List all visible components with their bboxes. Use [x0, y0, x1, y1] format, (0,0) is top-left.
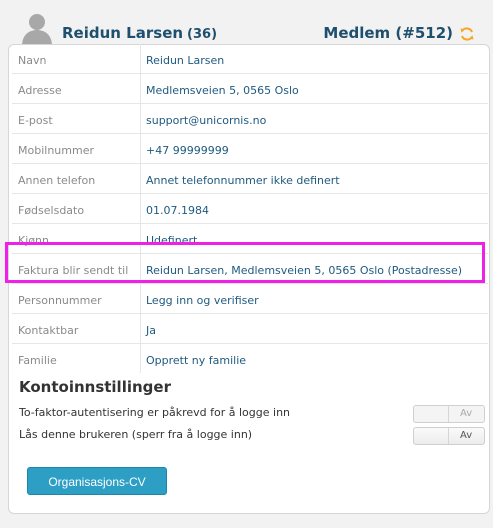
table-row-email: E-post support@unicornis.no: [12, 104, 488, 134]
table-row-address: Adresse Medlemsveien 5, 0565 Oslo: [12, 74, 488, 104]
table-row-other-phone: Annen telefon Annet telefonnummer ikke d…: [12, 164, 488, 194]
table-row-family: Familie Opprett ny familie: [12, 344, 488, 373]
row-label: Navn: [18, 54, 47, 67]
row-value[interactable]: Medlemsveien 5, 0565 Oslo: [146, 84, 299, 97]
row-value[interactable]: Udefinert: [146, 234, 197, 247]
row-label: Adresse: [18, 84, 62, 97]
table-row-birthdate: Fødselsdato 01.07.1984: [12, 194, 488, 224]
user-avatar-icon: [22, 14, 52, 46]
row-value[interactable]: Ja: [146, 324, 156, 337]
toggle-state: Av: [460, 408, 473, 419]
member-age: (36): [187, 27, 218, 42]
row-label: Annen telefon: [18, 174, 96, 187]
row-label: Familie: [18, 354, 57, 367]
member-name: Reidun Larsen (36): [62, 24, 217, 42]
row-value[interactable]: Reidun Larsen, Medlemsveien 5, 0565 Oslo…: [146, 264, 462, 277]
row-label: Kontaktbar: [18, 324, 79, 337]
member-details-table: Navn Reidun Larsen Adresse Medlemsveien …: [12, 44, 488, 373]
account-settings-title: Kontoinnstillinger: [19, 378, 171, 396]
toggle-knob: [414, 406, 449, 422]
lock-user-label: Lås denne brukeren (sperr fra å logge in…: [19, 428, 253, 441]
row-label: Personnummer: [18, 294, 102, 307]
lock-user-toggle[interactable]: Av: [413, 427, 485, 445]
toggle-state: Av: [460, 430, 473, 441]
table-row-name: Navn Reidun Larsen: [12, 44, 488, 74]
row-value[interactable]: support@unicornis.no: [146, 114, 266, 127]
row-value[interactable]: Opprett ny familie: [146, 354, 246, 367]
member-number: Medlem (#512): [323, 24, 453, 42]
row-label: Faktura blir sendt til: [18, 264, 129, 277]
row-label: Fødselsdato: [18, 204, 85, 217]
row-label: E-post: [18, 114, 53, 127]
row-label: Kjønn: [18, 234, 49, 247]
profile-header: Reidun Larsen (36) Medlem (#512): [0, 0, 493, 50]
two-factor-label: To-faktor-autentisering er påkrevd for å…: [19, 406, 291, 419]
row-label: Mobilnummer: [18, 144, 94, 157]
table-row-gender: Kjønn Udefinert: [12, 224, 488, 254]
table-row-contactable: Kontaktbar Ja: [12, 314, 488, 344]
table-row-invoice: Faktura blir sendt til Reidun Larsen, Me…: [12, 254, 488, 284]
organisation-cv-button[interactable]: Organisasjons-CV: [27, 467, 167, 495]
row-value[interactable]: Reidun Larsen: [146, 54, 224, 67]
table-row-ssn: Personnummer Legg inn og verifiser: [12, 284, 488, 314]
row-value[interactable]: Legg inn og verifiser: [146, 294, 259, 307]
refresh-icon[interactable]: [459, 26, 475, 42]
table-row-mobile: Mobilnummer +47 99999999: [12, 134, 488, 164]
member-name-text: Reidun Larsen: [62, 24, 184, 42]
two-factor-toggle[interactable]: Av: [413, 405, 485, 423]
row-value[interactable]: 01.07.1984: [146, 204, 209, 217]
row-value[interactable]: Annet telefonnummer ikke definert: [146, 174, 340, 187]
toggle-knob: [414, 428, 449, 444]
row-value[interactable]: +47 99999999: [146, 144, 229, 157]
